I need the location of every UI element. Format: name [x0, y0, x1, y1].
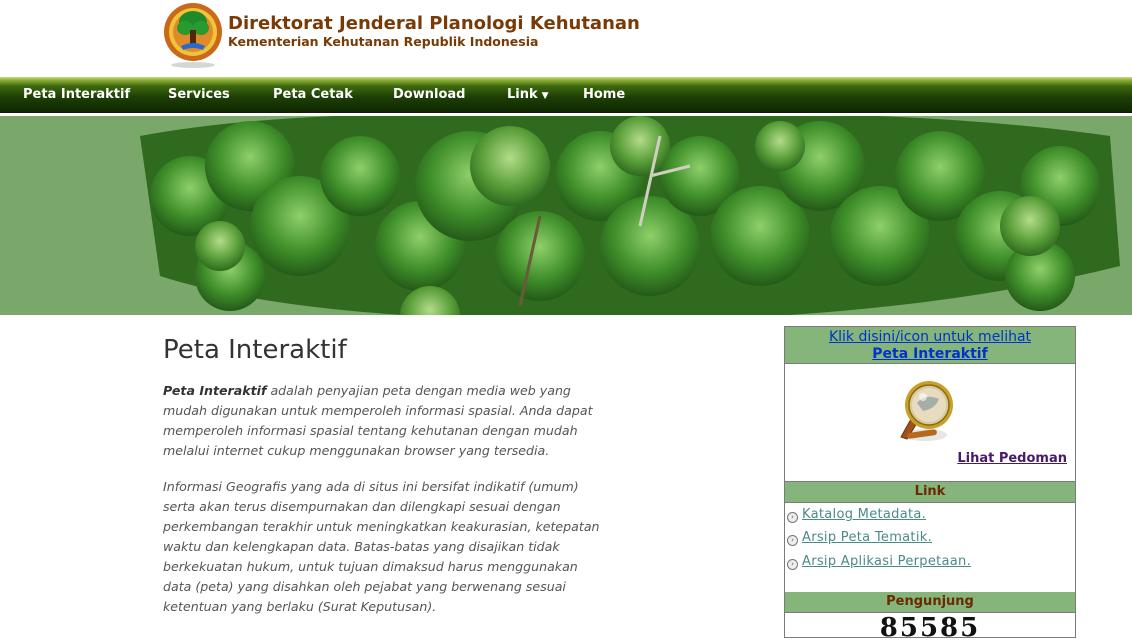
nav-link-label: Link [507, 87, 538, 102]
intro-lead: Peta Interaktif [163, 383, 267, 398]
guide-link[interactable]: Lihat Pedoman [957, 451, 1067, 466]
page-title: Peta Interaktif [163, 335, 347, 365]
link-arsip-aplikasi-perpetaan[interactable]: Arsip Aplikasi Perpetaan. [802, 554, 971, 569]
nav-peta-interaktif[interactable]: Peta Interaktif [23, 77, 130, 112]
nav-services[interactable]: Services [168, 77, 230, 112]
promo-link-line1[interactable]: Klik disini/icon untuk melihat [785, 329, 1075, 346]
forest-canopy-illustration [0, 116, 1132, 315]
ministry-logo-icon[interactable] [163, 2, 223, 68]
chevron-down-icon: ▼ [541, 91, 549, 101]
nav-home[interactable]: Home [583, 77, 625, 112]
site-header: Direktorat Jenderal Planologi Kehutanan … [0, 0, 1132, 77]
arrow-bullet-icon: › [787, 512, 798, 523]
intro-paragraph: Peta Interaktif adalah penyajian peta de… [163, 381, 603, 461]
list-item[interactable]: › Arsip Peta Tematik. [785, 530, 1075, 550]
main-navbar: Peta Interaktif Services Peta Cetak Down… [0, 77, 1132, 113]
list-item[interactable]: › Katalog Metadata. [785, 507, 1075, 527]
visitor-section-heading: Pengunjung [785, 592, 1075, 613]
link-arsip-peta-tematik[interactable]: Arsip Peta Tematik. [802, 530, 932, 545]
nav-peta-cetak[interactable]: Peta Cetak [273, 77, 353, 112]
disclaimer-paragraph: Informasi Geografis yang ada di situs in… [163, 479, 600, 614]
list-item[interactable]: › Arsip Aplikasi Perpetaan. [785, 554, 1075, 574]
visitor-counter: 85585 [879, 613, 981, 643]
link-katalog-metadata[interactable]: Katalog Metadata. [802, 507, 926, 522]
site-subtitle: Kementerian Kehutanan Republik Indonesia [228, 34, 539, 49]
sidebar: Klik disini/icon untuk melihat Peta Inte… [784, 326, 1076, 643]
forest-banner-image [0, 116, 1132, 315]
promo-link-line2[interactable]: Peta Interaktif [785, 346, 1075, 363]
nav-link-dropdown[interactable]: Link ▼ [507, 77, 549, 112]
arrow-bullet-icon: › [787, 535, 798, 546]
magnifier-map-icon[interactable] [891, 375, 961, 445]
arrow-bullet-icon: › [787, 559, 798, 570]
interactive-map-promo: Klik disini/icon untuk melihat Peta Inte… [785, 327, 1075, 364]
nav-download[interactable]: Download [393, 77, 465, 112]
link-section-heading: Link [785, 481, 1075, 503]
site-title: Direktorat Jenderal Planologi Kehutanan [228, 13, 640, 34]
